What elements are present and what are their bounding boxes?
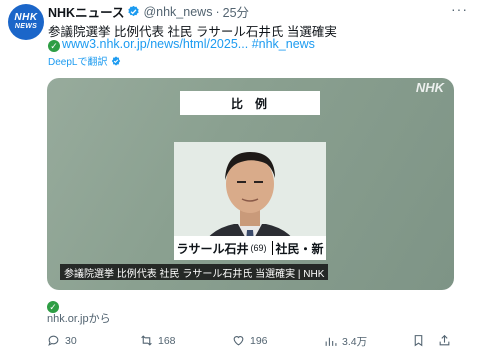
share-icon <box>439 334 450 346</box>
views-icon <box>325 337 337 346</box>
like-count: 196 <box>250 334 268 347</box>
timestamp[interactable]: 25分 <box>223 2 249 21</box>
proportional-banner: 比例 <box>180 91 320 115</box>
account-name[interactable]: NHKニュース <box>48 2 124 21</box>
share-button[interactable] <box>438 334 456 347</box>
repost-count: 168 <box>158 334 176 347</box>
post-links: ✓ www3.nhk.or.jp/news/html/2025... #nhk_n… <box>48 37 315 52</box>
avatar-subtext: NEWS <box>14 23 38 30</box>
article-link[interactable]: www3.nhk.or.jp/news/html/2025... <box>62 37 248 51</box>
repost-icon <box>141 335 152 346</box>
reply-count: 30 <box>65 334 77 347</box>
avatar[interactable]: NHK NEWS <box>8 4 44 40</box>
views-count: 3.4万 <box>342 336 368 348</box>
translate-label: DeepLで翻訳 <box>48 57 108 68</box>
verified-badge-icon <box>128 5 140 17</box>
media-caption: 参議院選挙 比例代表 社民 ラサール石井氏 当選確実 | NHK <box>60 264 329 280</box>
hashtag-link[interactable]: #nhk_news <box>252 37 315 51</box>
account-handle[interactable]: @nhk_news <box>143 5 212 19</box>
card-source[interactable]: nhk.or.jpから <box>47 310 111 326</box>
reply-icon <box>48 335 59 346</box>
like-icon <box>233 336 244 346</box>
media-image[interactable]: NHK 比例 ラサール石井 (69) 社民・新 参議院選挙 比例代表 社民 ラサ… <box>47 78 454 290</box>
check-icon: ✓ <box>48 40 60 52</box>
bookmark-button[interactable] <box>412 334 430 347</box>
post-header: NHKニュース @nhk_news · 25分 <box>48 2 249 21</box>
separator: · <box>215 4 220 19</box>
repost-button[interactable]: 168 <box>140 334 176 347</box>
candidate-party: 社民・新 <box>275 241 324 256</box>
candidate-age: (69) <box>250 243 267 253</box>
nhk-watermark: NHK <box>415 80 444 95</box>
gear-icon <box>112 55 121 66</box>
views-button[interactable]: 3.4万 <box>324 334 367 349</box>
like-button[interactable]: 196 <box>232 334 268 347</box>
candidate-nameplate: ラサール石井 (69) 社民・新 <box>174 236 326 260</box>
more-options-icon[interactable]: ··· <box>451 1 468 17</box>
avatar-text: NHK <box>14 12 38 23</box>
candidate-name: ラサール石井 <box>176 241 249 256</box>
translate-link[interactable]: DeepLで翻訳 <box>48 53 121 68</box>
nameplate-divider <box>271 241 273 255</box>
bookmark-icon <box>414 335 423 347</box>
reply-button[interactable]: 30 <box>47 334 77 347</box>
